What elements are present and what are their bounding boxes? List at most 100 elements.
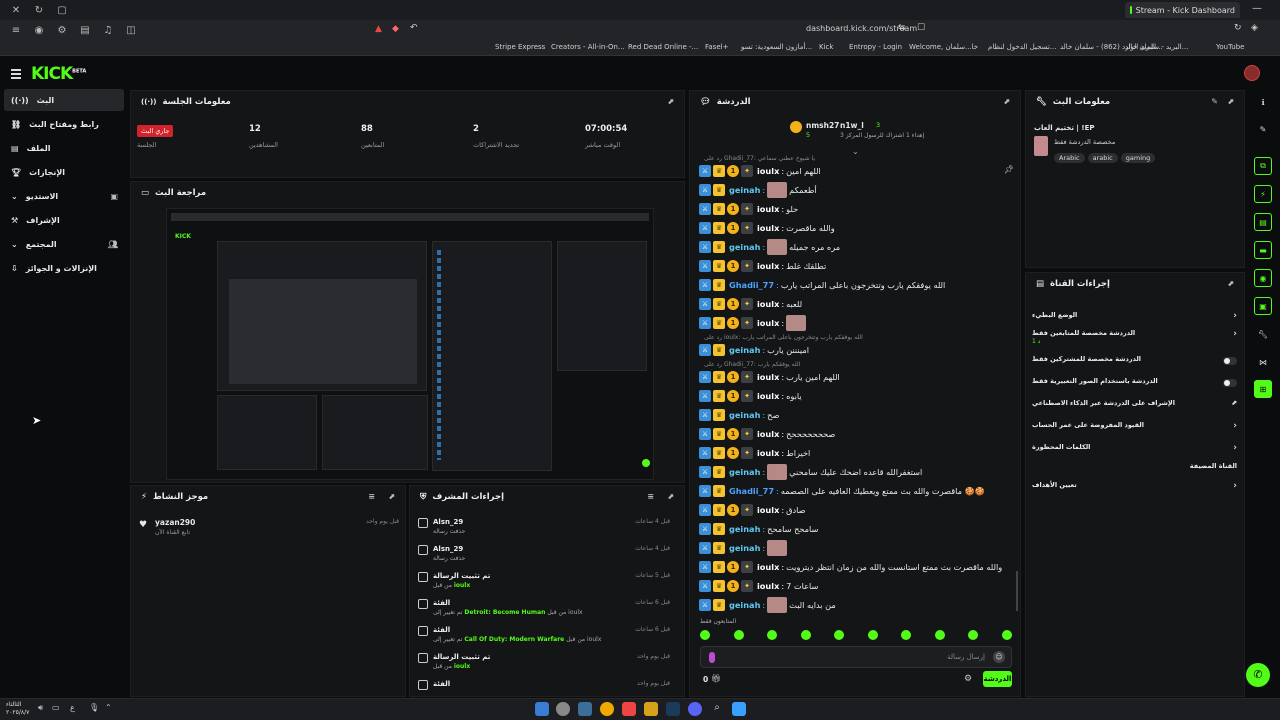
app-icon[interactable]: [578, 702, 592, 716]
refresh-icon[interactable]: ↻: [32, 3, 46, 17]
network-icon[interactable]: ▭: [52, 703, 60, 712]
chat-username[interactable]: geinah: [729, 242, 760, 252]
chat-message[interactable]: ⚔ ♛ 1 ✦ ioulx: اللهم امين يارب: [699, 369, 840, 385]
emote-icon[interactable]: [867, 630, 878, 640]
collapse-icon[interactable]: ⌄: [852, 147, 859, 156]
chat-username[interactable]: Ghadii_77: [729, 280, 774, 290]
bookmark-list-icon[interactable]: ▤: [78, 23, 92, 37]
close-icon[interactable]: ✕: [9, 3, 23, 17]
chat-username[interactable]: Ghadii_77: [729, 486, 774, 496]
chat-message[interactable]: ⚔ ♛ 1 ✦ ioulx:7 ساعات: [699, 578, 818, 594]
chat-message[interactable]: ⚔ ♛ 1 ✦ ioulx: للعبه: [699, 296, 802, 312]
emote-icon[interactable]: [901, 630, 912, 640]
external-link-icon[interactable]: ⬈: [1227, 97, 1234, 106]
chat-input[interactable]: إرسال رسالة ☺: [700, 646, 1012, 668]
edit-icon[interactable]: ✎: [1254, 120, 1272, 138]
menu-icon[interactable]: ≡: [9, 23, 23, 37]
chat-message[interactable]: ⚔ ♛ geinah: من بدايه البث: [699, 597, 836, 613]
chat-message[interactable]: ⚔ ♛ geinah: صح: [699, 407, 779, 423]
back-icon[interactable]: ↶: [410, 23, 418, 33]
chat-bubble-icon[interactable]: ▬: [1254, 241, 1272, 259]
app-icon[interactable]: [535, 702, 549, 716]
reload-icon[interactable]: ↻: [1234, 23, 1242, 33]
external-link-icon[interactable]: ⬈: [388, 492, 395, 501]
location-icon[interactable]: ◉: [32, 23, 46, 37]
info-icon[interactable]: ℹ: [1254, 93, 1272, 111]
bookmark-item[interactable]: Kick: [819, 43, 833, 51]
chat-message[interactable]: ⚔ ♛ 1 ✦ ioulx: اللهم امين: [699, 163, 821, 179]
broadcast-icon[interactable]: ◉: [1254, 269, 1272, 287]
chat-message[interactable]: ⚔ ♛ geinah: مره مره جميله: [699, 239, 840, 255]
app-icon[interactable]: [556, 702, 570, 716]
shield-icon[interactable]: ◆: [392, 24, 399, 34]
warning-icon[interactable]: ▲: [375, 24, 382, 34]
chat-username[interactable]: ioulx: [757, 448, 779, 458]
chrome-icon[interactable]: [600, 702, 614, 716]
activity-user[interactable]: yazan290: [155, 518, 195, 527]
chat-message[interactable]: ⚔ ♛ geinah: سامحح سامحح: [699, 521, 818, 537]
chat-username[interactable]: ioulx: [757, 429, 779, 439]
chat-message[interactable]: ⚔ ♛ 1 ✦ ioulx: صحححححححح: [699, 426, 835, 442]
emote-icon[interactable]: [968, 630, 979, 640]
wrench-icon[interactable]: 🔧︎: [1254, 325, 1272, 343]
external-link-icon[interactable]: ⬈: [667, 492, 674, 501]
sidebar-item-community[interactable]: ⌄ المجتمع 👥︎: [4, 233, 124, 255]
search-icon[interactable]: ⌕: [710, 702, 724, 716]
chat-username[interactable]: geinah: [729, 543, 760, 553]
kick-logo[interactable]: KICKBETA: [31, 64, 86, 84]
bookmark-item[interactable]: Entropy - Login: [849, 43, 902, 51]
send-chat-button[interactable]: الدردشة: [983, 671, 1012, 687]
bookmark-icon[interactable]: ☐: [917, 23, 925, 33]
chat-username[interactable]: ioulx: [757, 261, 779, 271]
music-icon[interactable]: ♫: [101, 23, 115, 37]
bookmark-item[interactable]: تسجيل الدخول لنظام...: [988, 43, 1057, 51]
share-icon[interactable]: ⋈: [1254, 353, 1272, 371]
windows-start-icon[interactable]: [732, 702, 746, 716]
tag[interactable]: arabic: [1087, 153, 1118, 163]
chat-message[interactable]: ⚔ ♛ 1 ✦ ioulx: صادق: [699, 502, 806, 518]
chat-username[interactable]: ioulx: [757, 223, 779, 233]
top-user-name[interactable]: nmsh27: [806, 121, 839, 130]
top-user-name[interactable]: n1w_l: [840, 121, 864, 130]
tag[interactable]: Arabic: [1054, 153, 1085, 163]
chat-username[interactable]: geinah: [729, 467, 760, 477]
rail-tool-icon[interactable]: ⧉: [1254, 157, 1272, 175]
channel-action-followers-only[interactable]: الدردشة مخصصة للمتابعين فقط 1 د ›: [1032, 329, 1237, 349]
camera-icon[interactable]: ◫: [124, 23, 138, 37]
chat-username[interactable]: geinah: [729, 345, 760, 355]
emote-icon[interactable]: [767, 630, 778, 640]
pin-icon[interactable]: 📌︎: [1004, 165, 1014, 174]
action-highlight[interactable]: Call Of Duty: Modern Warfare: [464, 636, 564, 643]
stream-category[interactable]: مخصصة الدردشة فقط: [1054, 138, 1115, 146]
tag[interactable]: gaming: [1120, 153, 1156, 163]
chat-username[interactable]: ioulx: [757, 372, 779, 382]
discord-icon[interactable]: [688, 702, 702, 716]
url-text[interactable]: dashboard.kick.com/stream: [806, 24, 917, 33]
mic-icon[interactable]: 🎙︎: [89, 703, 99, 712]
chat-message[interactable]: ⚔ ♛ geinah: أطعمكم: [699, 182, 817, 198]
chat-username[interactable]: ioulx: [757, 204, 779, 214]
stream-preview-video[interactable]: KICK: [166, 208, 654, 480]
bookmark-item[interactable]: Red Dead Online -...: [628, 43, 698, 51]
chat-message[interactable]: ⚔ ♛ geinah:: [699, 540, 789, 556]
volume-icon[interactable]: 🔊︎: [38, 703, 43, 713]
layout-icon[interactable]: ▣: [1254, 297, 1272, 315]
bookmark-item[interactable]: Creators - All-in-On...: [551, 43, 625, 51]
mic-icon[interactable]: [709, 652, 715, 663]
channel-action-banned-words[interactable]: الكلمات المحظورة ›: [1032, 443, 1237, 457]
chat-username[interactable]: ioulx: [757, 505, 779, 515]
filter-icon[interactable]: ≡: [368, 492, 375, 501]
settings-icon[interactable]: ⚙: [55, 23, 69, 37]
bookmark-item[interactable]: Stripe Express: [495, 43, 545, 51]
external-link-icon[interactable]: ⬈: [1227, 279, 1234, 288]
help-chat-icon[interactable]: ✆: [1246, 663, 1270, 687]
chat-message[interactable]: ⚔ ♛ 1 ✦ ioulx: والله ماقصرت بث ممتع استانست و…: [699, 559, 1002, 575]
browser-tab[interactable]: Stream - Kick Dashboard: [1125, 2, 1240, 18]
emote-icon[interactable]: [934, 630, 945, 640]
chat-username[interactable]: ioulx: [757, 391, 779, 401]
action-highlight[interactable]: ioulx: [454, 582, 470, 589]
tab-grid-icon[interactable]: ▢: [55, 3, 69, 17]
gift-icon[interactable]: 🎁︎: [711, 674, 721, 683]
channel-action-account-age[interactable]: القيود المفروضة على عمر الحساب ›: [1032, 421, 1237, 435]
channel-action-slow-mode[interactable]: الوضع البطيء ›: [1032, 311, 1237, 325]
